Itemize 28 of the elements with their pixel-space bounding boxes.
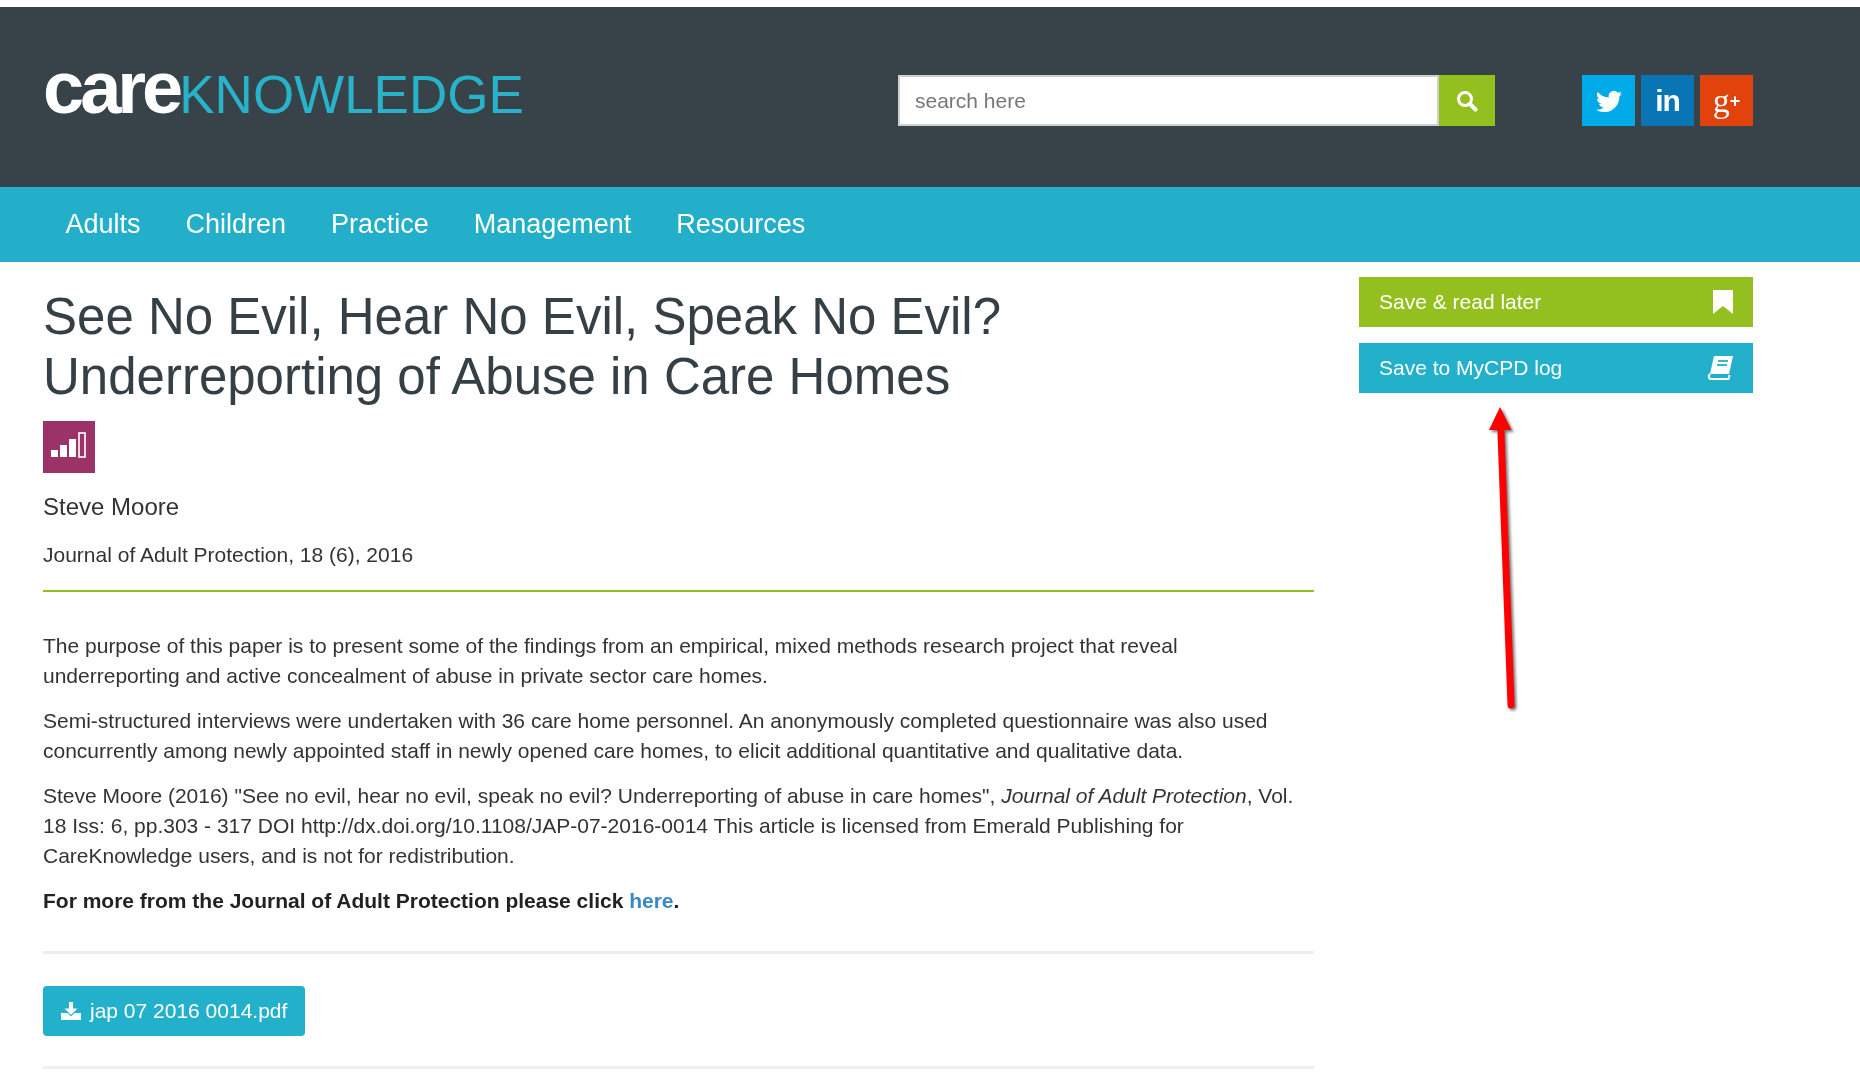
paragraph: The purpose of this paper is to present some of the findings from an empirical, mixed methods research project that reveal underreporting and active concealment of abuse in private sector care homes. <box>43 633 1179 689</box>
more-from-journal-text: For more from the Journal of Adult Protection please click here. <box>43 888 681 914</box>
signal-bars-icon <box>43 421 95 473</box>
download-button[interactable]: jap 07 2016 0014.pdf <box>43 986 306 1036</box>
article-title: See No Evil, Hear No Evil, Speak No Evil? Underreporting of Abuse in Care Homes <box>43 287 1003 407</box>
bird-icon <box>1595 89 1622 112</box>
search-icon <box>1456 89 1478 112</box>
site-logo[interactable]: careKNOWLEDGE <box>43 51 524 132</box>
paragraph: Steve Moore (2016) "See no evil, hear no evil, speak no evil? Underreporting of abuse in care homes", Journal of Adult Protection, Vol. 18 Iss: 6, pp.303 - 317 DOI http://dx.doi.org/10.1108/JAP-07-2016-0014 This article is licensed from Emerald Publishing for CareKnowledge users, and is not for redistribution. <box>43 783 1295 869</box>
nav-item[interactable]: Children <box>163 187 309 262</box>
search-button[interactable] <box>1439 75 1495 126</box>
save-to-log-button[interactable]: Save to MyCPD log <box>1359 343 1753 393</box>
social-link[interactable] <box>1582 75 1635 126</box>
download-icon <box>61 1002 81 1020</box>
paragraph: Semi-structured interviews were undertaken with 36 care home personnel. An anonymously completed questionnaire was also used concurrently among newly appointed staff in newly opened care homes, to elicit additional quantitative and qualitative data. <box>43 708 1269 764</box>
save-for-later-button[interactable]: Save & read later <box>1359 277 1753 327</box>
search-field[interactable]: search here <box>898 75 1439 126</box>
author-name: Steve Moore <box>43 492 181 522</box>
nav-item[interactable]: Management <box>451 187 654 262</box>
nav-item[interactable]: Practice <box>308 187 452 262</box>
book-icon <box>1707 356 1733 380</box>
nav-item[interactable]: Adults <box>43 187 164 262</box>
nav-item[interactable]: Resources <box>653 187 828 262</box>
social-link[interactable]: in <box>1641 75 1694 126</box>
journal-citation: Journal of Adult Protection, 18 (6), 2016 <box>43 542 415 568</box>
here-link[interactable]: here <box>629 889 674 912</box>
social-link[interactable]: g$^{+}$ <box>1700 75 1753 126</box>
bookmark-icon <box>1713 290 1733 314</box>
